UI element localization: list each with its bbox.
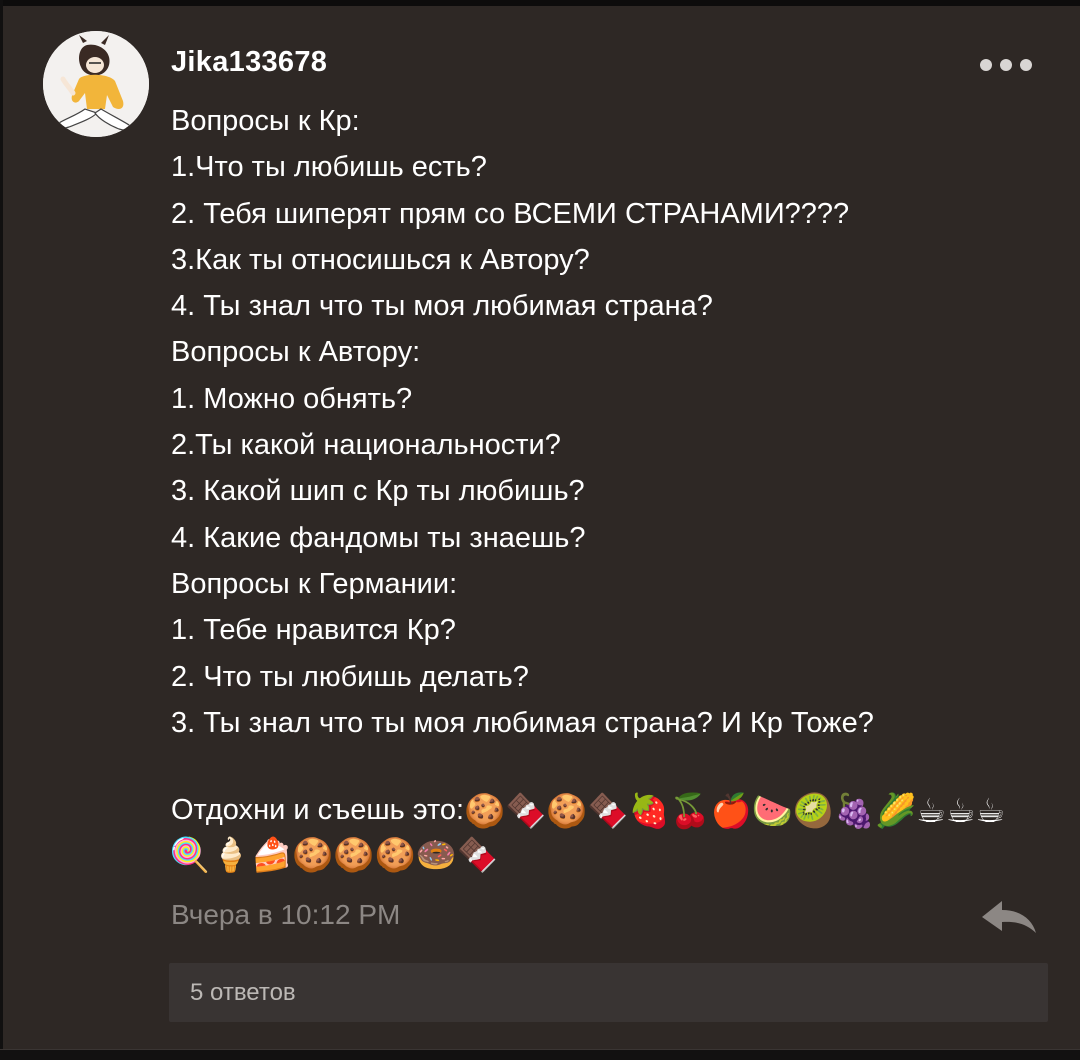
food-emoji-icon: 🍪	[333, 835, 375, 874]
avatar-drawing	[43, 31, 149, 137]
food-emoji-icon: 🍒	[669, 791, 711, 831]
comment-line: 4. Ты знал что ты моя любимая страна?	[171, 290, 713, 323]
comment-line: Вопросы к Германии:	[171, 567, 458, 600]
comment-line: 3. Какой шип с Кр ты любишь?	[171, 475, 585, 508]
food-emoji-icon: 🥝	[792, 791, 834, 831]
comment-line: 3. Ты знал что ты моя любимая страна? И …	[171, 706, 874, 739]
food-emoji-icon: 🍉	[751, 791, 793, 831]
replies-count-label: 5 ответов	[190, 979, 296, 1006]
treat-line: Отдохни и съешь это:🍪🍫🍪🍫🍓🍒🍎🍉🥝🍇🌽☕☕☕	[171, 787, 1061, 834]
food-emoji-icon: 🍇	[833, 791, 876, 831]
emoji-row-1: 🍪🍫🍪🍫🍓🍒🍎🍉🥝🍇🌽☕☕☕	[464, 791, 1005, 830]
comment-line: 2.Ты какой национальности?	[171, 429, 561, 462]
food-emoji-icon: 🍰	[251, 835, 293, 874]
comment-line: Вопросы к Кр:	[171, 105, 360, 137]
food-emoji-icon: 🍪	[464, 791, 506, 831]
food-emoji-icon: 🍫	[456, 835, 498, 874]
comment-line: Вопросы к Автору:	[171, 336, 421, 369]
food-emoji-icon: 🍎	[710, 791, 752, 831]
comment-page: Jika133678 Вопросы к Кр: 1.Что ты любишь…	[0, 0, 1080, 1060]
food-emoji-icon: 🌽	[875, 791, 917, 831]
comment-line: 1. Можно обнять?	[171, 382, 413, 415]
user-avatar[interactable]	[43, 31, 149, 137]
comment-line: 4. Какие фандомы ты знаешь?	[171, 521, 586, 554]
top-edge	[0, 0, 1080, 6]
food-emoji-icon: 🍪	[546, 791, 588, 831]
food-emoji-icon: 🍪	[374, 835, 416, 874]
more-options-button[interactable]	[980, 55, 1032, 75]
reply-arrow-svg	[982, 901, 1036, 933]
left-edge	[0, 0, 3, 1060]
more-dots-icon-3	[1020, 59, 1032, 71]
treat-prefix: Отдохни и съешь это:	[171, 794, 465, 826]
food-emoji-icon: 🍪	[292, 835, 334, 874]
food-emoji-icon: ☕	[945, 791, 976, 831]
more-dots-icon	[980, 59, 992, 71]
comment-body: Вопросы к Кр: 1.Что ты любишь есть? 2. Т…	[171, 98, 1051, 746]
food-emoji-icon: ☕	[916, 791, 946, 831]
comment-timestamp: Вчера в 10:12 PM	[171, 899, 401, 930]
food-emoji-icon: 🍫	[505, 791, 547, 831]
comment-line: 3.Как ты относишься к Автору?	[171, 243, 590, 276]
food-emoji-icon: 🍭	[169, 835, 211, 874]
food-emoji-icon: 🍓	[628, 791, 670, 831]
emoji-row-2: 🍭🍦🍰🍪🍪🍪🍩🍫	[169, 832, 498, 878]
comment-line: 1.Что ты любишь есть?	[171, 151, 487, 184]
food-emoji-icon: 🍦	[210, 835, 252, 874]
food-emoji-icon: 🍫	[587, 791, 629, 831]
comment-line: 2. Тебя шиперят прям со ВСЕМИ СТРАНАМИ??…	[171, 197, 850, 230]
comment-line: 1. Тебе нравится Кр?	[171, 614, 456, 647]
view-replies-button[interactable]: 5 ответов	[169, 963, 1048, 1022]
username[interactable]: Jika133678	[171, 46, 327, 79]
reply-arrow-icon[interactable]	[980, 897, 1038, 937]
food-emoji-icon: 🍩	[415, 835, 457, 874]
more-dots-icon-2	[1000, 59, 1012, 71]
comment-line: 2. Что ты любишь делать?	[171, 660, 529, 693]
bottom-edge	[0, 1049, 1080, 1060]
food-emoji-icon: ☕	[975, 791, 1005, 831]
